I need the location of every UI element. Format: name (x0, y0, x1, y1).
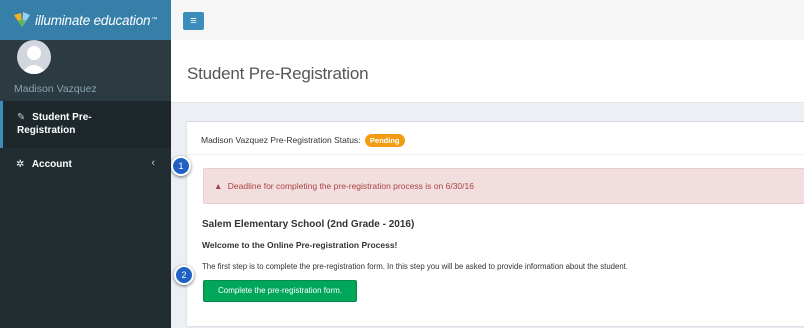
deadline-alert: ▲ Deadline for completing the pre-regist… (203, 168, 804, 204)
status-badge: Pending (364, 134, 405, 147)
alert-text: Deadline for completing the pre-registra… (227, 181, 474, 191)
hamburger-icon: ≡ (190, 15, 197, 27)
logo[interactable]: illuminate education ™ (0, 0, 171, 40)
logo-text: illuminate education (35, 12, 151, 28)
sidebar-item-account[interactable]: ✲ Account ‹ (0, 148, 171, 178)
user-silhouette-icon (21, 46, 47, 74)
page-title: Student Pre-Registration (187, 64, 369, 83)
sidebar: illuminate education ™ Madison Vazquez ✎… (0, 0, 171, 328)
top-navbar: ≡ (171, 0, 804, 40)
sidebar-item-label: Account (31, 159, 72, 170)
sidebar-item-student-pre-registration[interactable]: ✎ Student Pre- Registration (0, 101, 171, 148)
logo-trademark: ™ (151, 17, 158, 23)
avatar (17, 40, 51, 74)
step-marker-2: 2 (174, 265, 194, 285)
chevron-left-icon: ‹ (151, 157, 155, 169)
user-panel: Madison Vazquez (0, 40, 171, 101)
step-description: The first step is to complete the pre-re… (202, 262, 629, 271)
logo-icon (14, 12, 30, 27)
welcome-heading: Welcome to the Online Pre-registration P… (202, 240, 398, 250)
registration-box: Madison Vazquez Pre-Registration Status:… (186, 121, 804, 326)
content-header: Student Pre-Registration (171, 40, 804, 103)
school-heading: Salem Elementary School (2nd Grade - 201… (202, 219, 415, 230)
tag-icon: ✎ (17, 112, 26, 123)
sidebar-item-label-line2: Registration (17, 125, 76, 136)
warning-icon: ▲ (214, 181, 223, 191)
complete-form-button[interactable]: Complete the pre-registration form. (203, 280, 357, 302)
gear-icon: ✲ (16, 159, 25, 170)
step-marker-1: 1 (171, 156, 191, 176)
sidebar-item-label: Student Pre- (32, 112, 92, 123)
status-header: Madison Vazquez Pre-Registration Status:… (187, 122, 804, 155)
sidebar-toggle-button[interactable]: ≡ (183, 12, 204, 30)
user-name: Madison Vazquez (14, 83, 97, 95)
status-label: Madison Vazquez Pre-Registration Status: (201, 135, 361, 145)
